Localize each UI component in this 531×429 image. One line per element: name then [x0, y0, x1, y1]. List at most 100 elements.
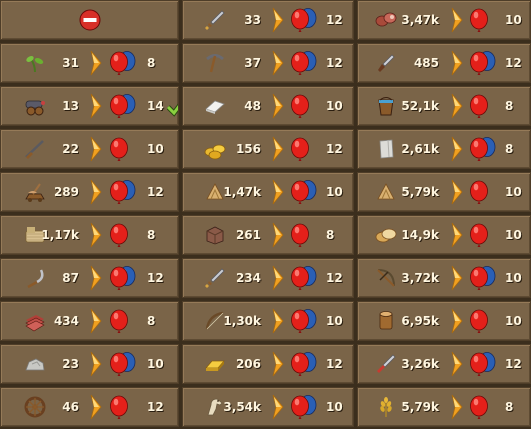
balloons-icon	[467, 93, 497, 120]
trade-cell[interactable]: 48 10	[182, 86, 354, 126]
trade-cell[interactable]: 156 12	[182, 129, 354, 169]
required-amount: 485	[413, 56, 439, 70]
reward-count: 8	[505, 99, 514, 113]
balloons-icon	[467, 222, 497, 249]
balloons-icon	[467, 308, 497, 335]
balloons-icon	[107, 222, 137, 249]
required-amount: 14,9k	[401, 228, 439, 242]
trade-cell[interactable]: 3,54k 10	[182, 387, 354, 427]
required-amount: 3,26k	[401, 357, 439, 371]
reward-count: 10	[147, 142, 164, 156]
reward-count: 8	[147, 56, 156, 70]
balloons-icon	[288, 50, 318, 77]
required-amount: 22	[62, 142, 79, 156]
trade-cell[interactable]: 5,79k 10	[357, 172, 531, 212]
reward-count: 8	[147, 314, 156, 328]
required-amount: 5,79k	[401, 185, 439, 199]
trade-cell[interactable]: 2,61k 8	[357, 129, 531, 169]
arrow-right-icon	[89, 50, 103, 76]
required-amount: 434	[53, 314, 79, 328]
balloons-icon	[288, 394, 318, 421]
trade-cell[interactable]: 5,79k 8	[357, 387, 531, 427]
arrow-right-icon	[450, 351, 464, 377]
trade-cell[interactable]: 434 8	[0, 301, 179, 341]
reward-count: 12	[147, 185, 164, 199]
required-amount: 206	[235, 357, 261, 371]
required-amount: 46	[62, 400, 79, 414]
trade-cell[interactable]: 22 10	[0, 129, 179, 169]
arrow-right-icon	[271, 222, 285, 248]
trade-cell[interactable]: 206 12	[182, 344, 354, 384]
required-amount: 3,54k	[223, 400, 261, 414]
trade-cell[interactable]: 31 8	[0, 43, 179, 83]
balloons-icon	[107, 394, 137, 421]
arrow-right-icon	[271, 265, 285, 291]
trade-cell[interactable]: 1,30k 10	[182, 301, 354, 341]
required-amount: 156	[235, 142, 261, 156]
reward-count: 12	[326, 271, 343, 285]
required-amount: 52,1k	[401, 99, 439, 113]
balloons-icon	[107, 265, 137, 292]
reward-count: 8	[505, 142, 514, 156]
arrow-right-icon	[450, 7, 464, 33]
reward-count: 10	[326, 400, 343, 414]
arrow-right-icon	[450, 93, 464, 119]
trade-cell[interactable]: 37 12	[182, 43, 354, 83]
trade-cell[interactable]: 14,9k 10	[357, 215, 531, 255]
balloons-icon	[467, 7, 497, 34]
reward-count: 12	[147, 271, 164, 285]
balloons-icon	[288, 308, 318, 335]
balloons-icon	[288, 7, 318, 34]
balloons-icon	[467, 351, 497, 378]
reward-count: 10	[147, 357, 164, 371]
arrow-right-icon	[89, 394, 103, 420]
reward-count: 12	[326, 142, 343, 156]
trade-cell[interactable]: 289 12	[0, 172, 179, 212]
arrow-right-icon	[271, 394, 285, 420]
trade-cell[interactable]: 485 12	[357, 43, 531, 83]
required-amount: 87	[62, 271, 79, 285]
trade-cell[interactable]: 6,95k 10	[357, 301, 531, 341]
arrow-right-icon	[271, 308, 285, 334]
required-amount: 5,79k	[401, 400, 439, 414]
arrow-right-icon	[450, 136, 464, 162]
balloons-icon	[288, 179, 318, 206]
arrow-right-icon	[89, 222, 103, 248]
required-amount: 13	[62, 99, 79, 113]
required-amount: 6,95k	[401, 314, 439, 328]
reward-count: 12	[326, 56, 343, 70]
trade-cell[interactable]: 23 10	[0, 344, 179, 384]
reward-count: 12	[326, 13, 343, 27]
required-amount: 23	[62, 357, 79, 371]
reward-count: 14	[147, 99, 164, 113]
trade-cell[interactable]: 3,72k 10	[357, 258, 531, 298]
trade-cell[interactable]: 1,47k 10	[182, 172, 354, 212]
arrow-right-icon	[89, 265, 103, 291]
reward-count: 8	[326, 228, 335, 242]
trade-cell[interactable]: 3,47k 10	[357, 0, 531, 40]
reward-count: 12	[505, 357, 522, 371]
trade-cell[interactable]: 46 12	[0, 387, 179, 427]
trade-grid: 33 12 3,47k 10 31 8 37 12 485 12 13 14 48 10 52,1k 8 22 1…	[0, 0, 531, 429]
balloons-icon	[288, 93, 318, 120]
trade-cell[interactable]: 1,17k 8	[0, 215, 179, 255]
trade-cell[interactable]: 13 14	[0, 86, 179, 126]
arrow-right-icon	[89, 136, 103, 162]
trade-cell[interactable]: 3,26k 12	[357, 344, 531, 384]
trade-cell[interactable]: 52,1k 8	[357, 86, 531, 126]
balloons-icon	[288, 351, 318, 378]
arrow-right-icon	[89, 179, 103, 205]
trade-cell[interactable]: 33 12	[182, 0, 354, 40]
required-amount: 1,17k	[41, 228, 79, 242]
reward-count: 10	[505, 185, 522, 199]
balloons-icon	[107, 308, 137, 335]
arrow-right-icon	[450, 394, 464, 420]
reward-count: 12	[147, 400, 164, 414]
trade-cell[interactable]: 234 12	[182, 258, 354, 298]
trade-cell[interactable]: 87 12	[0, 258, 179, 298]
required-amount: 261	[235, 228, 261, 242]
reward-count: 8	[505, 400, 514, 414]
balloons-icon	[467, 179, 497, 206]
reward-count: 10	[505, 228, 522, 242]
trade-cell[interactable]: 261 8	[182, 215, 354, 255]
